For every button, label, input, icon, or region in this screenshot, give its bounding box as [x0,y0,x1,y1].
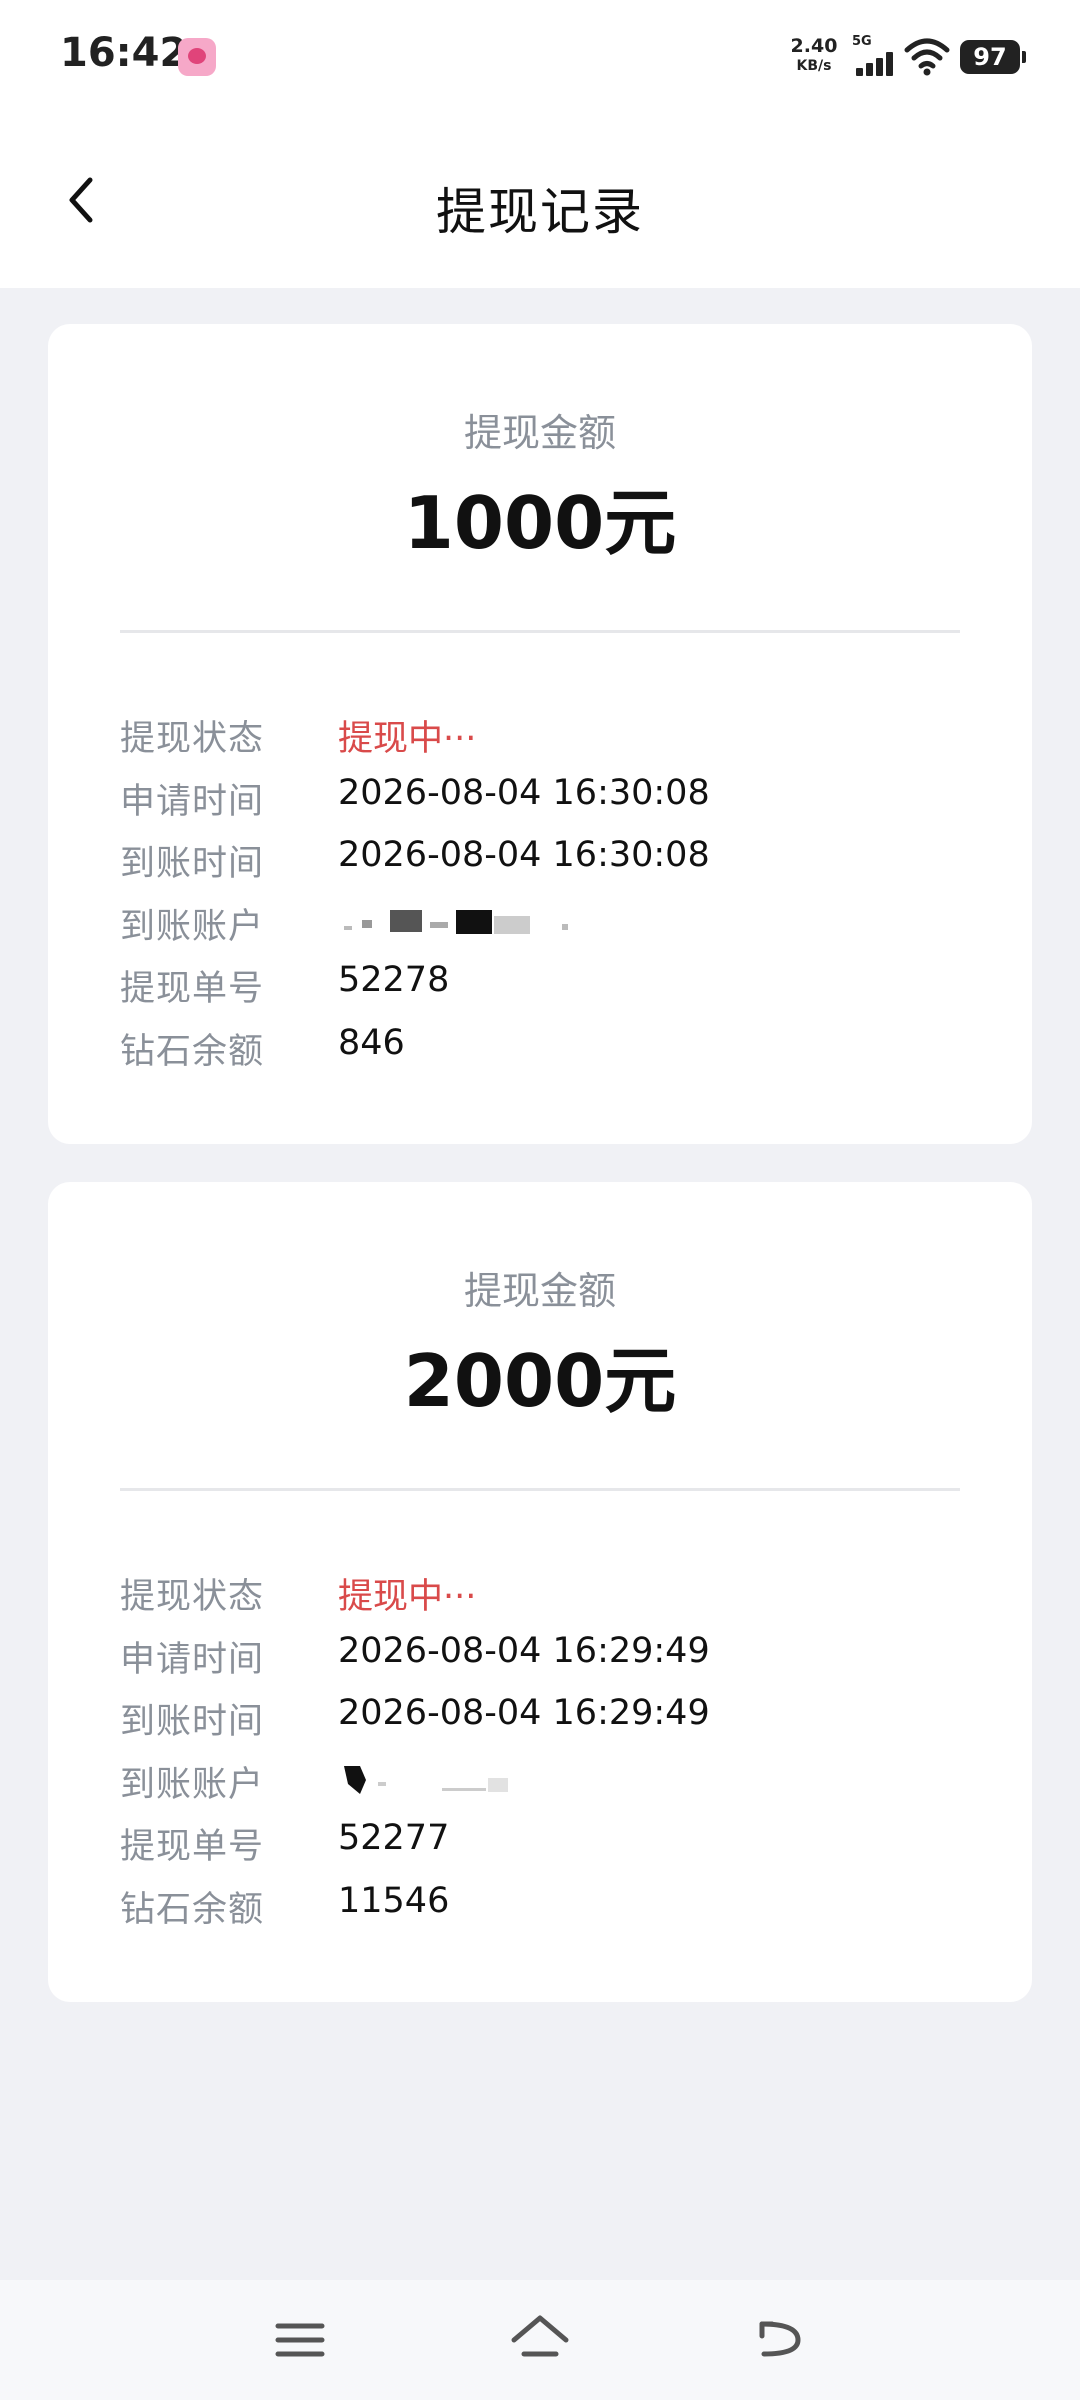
arrival-time-value: 2026-08-04 16:30:08 [338,835,710,875]
detail-row-balance: 钻石余额 11546 [120,1881,960,1944]
status-value: 提现中··· [338,1577,477,1617]
withdrawal-record-card: 提现金额 1000元 提现状态 提现中··· 申请时间 2026-08-04 1… [48,324,1032,1144]
home-icon[interactable] [510,2310,570,2370]
detail-label: 钻石余额 [120,1031,265,1072]
detail-label: 提现状态 [120,719,265,759]
detail-row-order-no: 提现单号 52278 [120,960,960,1023]
network-speed-unit: KB/s [796,58,832,74]
detail-label: 提现状态 [120,1577,265,1617]
apply-time-value: 2026-08-04 16:30:08 [338,772,710,813]
divider [120,630,960,633]
order-no-value: 52277 [338,1818,450,1858]
detail-label: 提现单号 [120,969,265,1009]
detail-label: 申请时间 [120,1639,265,1680]
detail-label: 提现单号 [120,1827,265,1867]
detail-row-status: 提现状态 提现中··· [120,1568,960,1631]
wifi-icon [904,38,950,76]
balance-value: 11546 [338,1880,450,1921]
amount-value: 2000元 [403,1339,677,1423]
detail-label: 申请时间 [120,781,265,822]
status-bar: 16:42 2.40 KB/s 5G 97 [0,0,1080,120]
status-value: 提现中··· [338,719,477,759]
cellular-signal-icon [856,52,894,76]
arrival-time-value: 2026-08-04 16:29:49 [338,1693,710,1733]
detail-row-arrival-time: 到账时间 2026-08-04 16:30:08 [120,835,960,898]
network-speed: 2.40 KB/s [786,36,842,76]
detail-row-apply-time: 申请时间 2026-08-04 16:29:49 [120,1631,960,1694]
menu-icon[interactable] [270,2310,330,2370]
back-icon[interactable] [750,2310,810,2370]
network-speed-value: 2.40 [790,35,838,57]
detail-row-status: 提现状态 提现中··· [120,710,960,773]
battery-indicator: 97 [960,40,1026,74]
detail-label: 钻石余额 [120,1889,265,1930]
status-time: 16:42 [60,30,188,76]
detail-label: 到账账户 [120,906,265,947]
detail-row-balance: 钻石余额 846 [120,1023,960,1086]
detail-list: 提现状态 提现中··· 申请时间 2026-08-04 16:30:08 到账时… [120,710,960,1085]
detail-list: 提现状态 提现中··· 申请时间 2026-08-04 16:29:49 到账时… [120,1568,960,1943]
app-notification-icon [178,38,216,76]
balance-value: 846 [338,1022,405,1063]
detail-row-account: 到账账户 [120,1756,960,1819]
divider [120,1488,960,1491]
detail-label: 到账时间 [120,1702,265,1742]
amount-value: 1000元 [403,481,677,565]
network-type: 5G [852,34,872,49]
redacted-account-image [344,909,568,934]
amount-label: 提现金额 [463,1269,616,1313]
detail-label: 到账时间 [120,844,265,884]
detail-row-account: 到账账户 [120,898,960,961]
system-nav-bar [0,2280,1080,2400]
detail-row-apply-time: 申请时间 2026-08-04 16:30:08 [120,773,960,836]
redacted-account-image [344,1765,508,1794]
detail-row-order-no: 提现单号 52277 [120,1818,960,1881]
amount-label: 提现金额 [463,411,616,455]
page-header: 提现记录 [0,120,1080,288]
detail-label: 到账账户 [120,1764,265,1805]
detail-row-arrival-time: 到账时间 2026-08-04 16:29:49 [120,1693,960,1756]
order-no-value: 52278 [338,960,450,1000]
withdrawal-record-card: 提现金额 2000元 提现状态 提现中··· 申请时间 2026-08-04 1… [48,1182,1032,2002]
page-title: 提现记录 [436,183,644,241]
apply-time-value: 2026-08-04 16:29:49 [338,1630,710,1671]
